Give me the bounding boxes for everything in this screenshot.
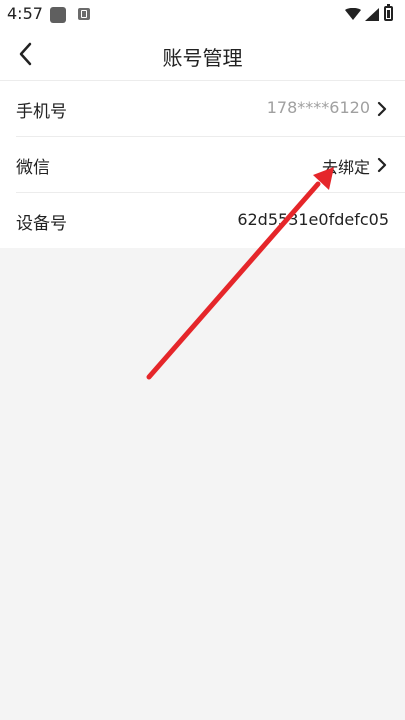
battery-icon	[384, 4, 393, 21]
phone-number-label: 手机号	[16, 102, 67, 122]
chevron-right-icon	[377, 101, 387, 117]
phone-number-value: 178****6120	[266, 98, 370, 117]
header: 账号管理	[0, 30, 405, 81]
chevron-right-icon	[377, 157, 387, 173]
account-settings-list: 手机号 178****6120 微信 去绑定 设备号 62d5531e0fdef…	[0, 81, 405, 248]
device-id-value: 62d5531e0fdefc05	[237, 210, 389, 229]
empty-content-area	[0, 248, 405, 720]
wechat-label: 微信	[16, 158, 50, 178]
phone-number-row[interactable]: 手机号 178****6120	[16, 81, 405, 137]
status-time: 4:57	[7, 4, 43, 23]
app-notification-icon	[50, 7, 66, 23]
status-bar: 4:57	[0, 0, 405, 30]
signal-icon	[365, 8, 379, 21]
wifi-icon	[345, 8, 361, 20]
document-notification-icon	[78, 8, 90, 20]
wechat-bind-action[interactable]: 去绑定	[322, 154, 370, 178]
status-icons	[345, 4, 397, 25]
page-title: 账号管理	[162, 46, 243, 70]
wechat-row[interactable]: 微信 去绑定	[16, 137, 405, 193]
device-id-label: 设备号	[16, 214, 67, 234]
device-id-row: 设备号 62d5531e0fdefc05	[16, 193, 405, 248]
